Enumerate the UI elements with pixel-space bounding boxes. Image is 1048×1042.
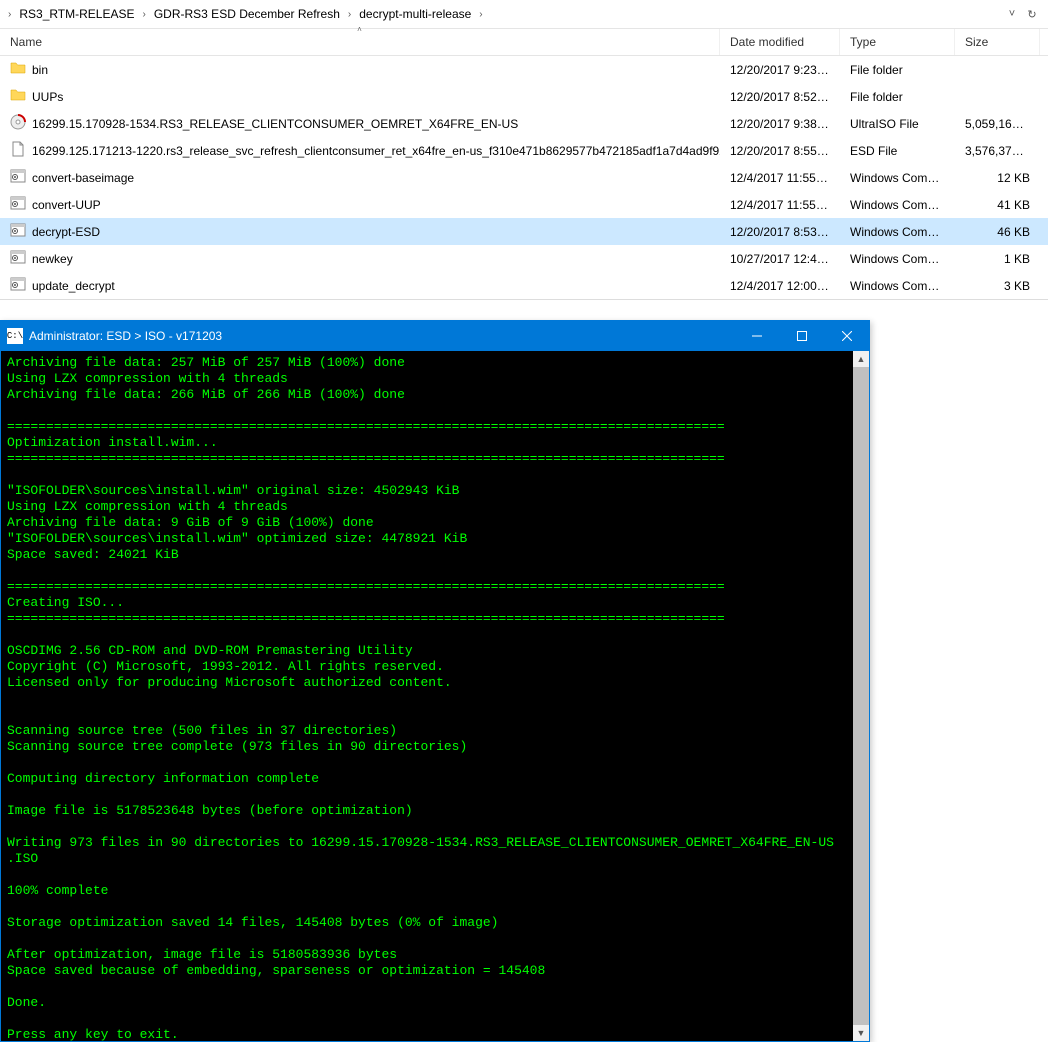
file-type: Windows Comma...	[840, 169, 955, 187]
cmd-icon	[10, 249, 26, 268]
scroll-down-icon[interactable]: ▼	[853, 1025, 869, 1041]
cmd-icon	[10, 168, 26, 187]
cmd-icon	[10, 195, 26, 214]
file-size: 1 KB	[955, 250, 1040, 268]
file-type: ESD File	[840, 142, 955, 160]
minimize-button[interactable]	[734, 321, 779, 351]
file-row[interactable]: update_decrypt 12/4/2017 12:00 PMWindows …	[0, 272, 1048, 299]
close-button[interactable]	[824, 321, 869, 351]
cmd-icon	[10, 222, 26, 241]
file-row[interactable]: 16299.15.170928-1534.RS3_RELEASE_CLIENTC…	[0, 110, 1048, 137]
file-type: UltraISO File	[840, 115, 955, 133]
file-explorer: › RS3_RTM-RELEASE › GDR-RS3 ESD December…	[0, 0, 1048, 300]
refresh-button[interactable]: ↻	[1022, 4, 1042, 24]
file-row[interactable]: bin 12/20/2017 9:23 AMFile folder	[0, 56, 1048, 83]
breadcrumb-bar: › RS3_RTM-RELEASE › GDR-RS3 ESD December…	[0, 0, 1048, 29]
scrollbar[interactable]: ▲ ▼	[853, 351, 869, 1041]
file-date: 10/27/2017 12:40 ...	[720, 250, 840, 268]
maximize-button[interactable]	[779, 321, 824, 351]
file-size: 46 KB	[955, 223, 1040, 241]
file-row[interactable]: convert-baseimage 12/4/2017 11:55 AMWindo…	[0, 164, 1048, 191]
file-size: 3 KB	[955, 277, 1040, 295]
file-icon	[10, 141, 26, 160]
file-date: 12/4/2017 11:55 AM	[720, 169, 840, 187]
breadcrumb-item[interactable]: GDR-RS3 ESD December Refresh	[148, 5, 346, 23]
file-date: 12/4/2017 11:55 AM	[720, 196, 840, 214]
terminal-body[interactable]: Archiving file data: 257 MiB of 257 MiB …	[1, 351, 869, 1041]
file-type: Windows Comma...	[840, 277, 955, 295]
column-header-size[interactable]: Size	[955, 29, 1040, 55]
file-size: 41 KB	[955, 196, 1040, 214]
folder-icon	[10, 87, 26, 106]
chevron-right-icon: ›	[477, 9, 484, 20]
dropdown-history-button[interactable]: ˅	[1002, 4, 1022, 24]
file-size: 5,059,164 KB	[955, 115, 1040, 133]
file-row[interactable]: newkey 10/27/2017 12:40 ...Windows Comma.…	[0, 245, 1048, 272]
scrollbar-thumb[interactable]	[853, 367, 869, 1025]
file-name: 16299.15.170928-1534.RS3_RELEASE_CLIENTC…	[32, 117, 518, 131]
file-type: File folder	[840, 61, 955, 79]
file-size	[955, 95, 1040, 99]
file-size: 12 KB	[955, 169, 1040, 187]
file-row[interactable]: UUPs 12/20/2017 8:52 AMFile folder	[0, 83, 1048, 110]
column-header-row: ˄ Name Date modified Type Size	[0, 29, 1048, 56]
column-header-date[interactable]: Date modified	[720, 29, 840, 55]
chevron-right-icon: ›	[346, 9, 353, 20]
file-type: Windows Comma...	[840, 250, 955, 268]
column-header-name[interactable]: ˄ Name	[0, 29, 720, 55]
file-name: bin	[32, 63, 48, 77]
chevron-right-icon: ›	[141, 9, 148, 20]
file-size: 3,576,373 KB	[955, 142, 1040, 160]
file-list: bin 12/20/2017 9:23 AMFile folder UUPs 12/2…	[0, 56, 1048, 299]
scroll-up-icon[interactable]: ▲	[853, 351, 869, 367]
file-date: 12/20/2017 8:53 AM	[720, 223, 840, 241]
file-name: convert-baseimage	[32, 171, 134, 185]
file-name: convert-UUP	[32, 198, 101, 212]
breadcrumb-item[interactable]: decrypt-multi-release	[353, 5, 477, 23]
file-date: 12/20/2017 8:52 AM	[720, 88, 840, 106]
file-name: newkey	[32, 252, 73, 266]
file-row[interactable]: decrypt-ESD 12/20/2017 8:53 AMWindows Com…	[0, 218, 1048, 245]
file-date: 12/20/2017 9:23 AM	[720, 61, 840, 79]
breadcrumb-item[interactable]: RS3_RTM-RELEASE	[13, 5, 140, 23]
file-date: 12/20/2017 8:55 AM	[720, 142, 840, 160]
terminal-window: C:\ Administrator: ESD > ISO - v171203 A…	[0, 320, 870, 1042]
file-name: 16299.125.171213-1220.rs3_release_svc_re…	[32, 144, 720, 158]
file-name: decrypt-ESD	[32, 225, 100, 239]
file-date: 12/4/2017 12:00 PM	[720, 277, 840, 295]
cmd-icon	[10, 276, 26, 295]
file-row[interactable]: convert-UUP 12/4/2017 11:55 AMWindows Com…	[0, 191, 1048, 218]
chevron-right-icon: ›	[6, 9, 13, 20]
file-name: update_decrypt	[32, 279, 115, 293]
file-type: File folder	[840, 88, 955, 106]
file-row[interactable]: 16299.125.171213-1220.rs3_release_svc_re…	[0, 137, 1048, 164]
window-title: Administrator: ESD > ISO - v171203	[29, 329, 734, 343]
file-type: Windows Comma...	[840, 223, 955, 241]
terminal-output: Archiving file data: 257 MiB of 257 MiB …	[1, 351, 869, 1041]
disc-icon	[10, 114, 26, 133]
folder-icon	[10, 60, 26, 79]
file-size	[955, 68, 1040, 72]
column-header-label: Name	[10, 35, 42, 49]
file-date: 12/20/2017 9:38 AM	[720, 115, 840, 133]
cmd-icon: C:\	[7, 328, 23, 344]
column-header-type[interactable]: Type	[840, 29, 955, 55]
file-type: Windows Comma...	[840, 196, 955, 214]
file-name: UUPs	[32, 90, 63, 104]
title-bar[interactable]: C:\ Administrator: ESD > ISO - v171203	[1, 321, 869, 351]
sort-ascending-icon: ˄	[357, 25, 362, 34]
